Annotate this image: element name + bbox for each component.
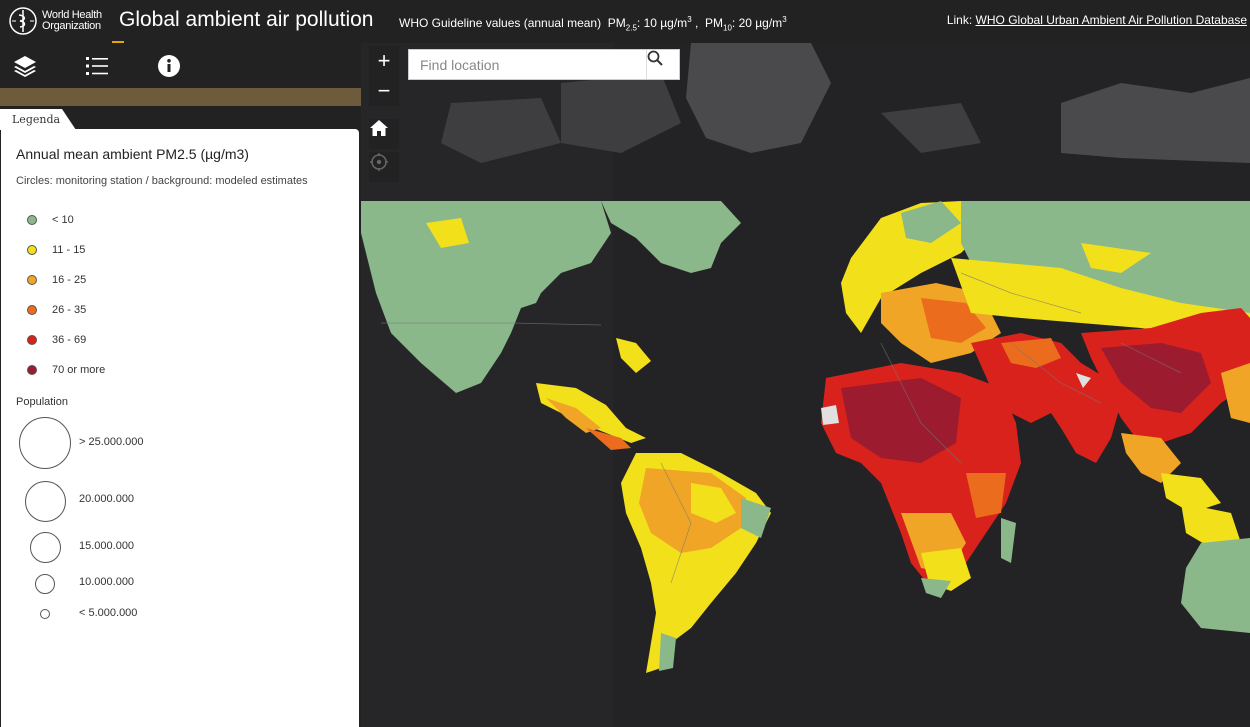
legend-item-label: 16 - 25 xyxy=(52,274,87,286)
legend-button[interactable] xyxy=(83,52,111,80)
legend-item: < 10 xyxy=(27,213,74,227)
legend-item-label: 26 - 35 xyxy=(52,304,87,316)
population-item-label: 15.000.000 xyxy=(79,540,135,552)
population-circle xyxy=(40,609,50,619)
who-logo[interactable]: World Health Organization xyxy=(8,5,112,37)
locate-button[interactable] xyxy=(369,152,399,182)
sidebar: Legenda Annual mean ambient PM2.5 (µg/m3… xyxy=(0,43,361,727)
legend-swatch xyxy=(27,305,37,315)
logo-text: World Health Organization xyxy=(42,10,102,32)
map-view[interactable]: + − xyxy=(361,43,1250,727)
legend-item-label: < 10 xyxy=(52,214,74,226)
legend-swatch xyxy=(27,245,37,255)
link-prefix: Link: xyxy=(946,13,973,27)
legend-item: 16 - 25 xyxy=(27,273,86,287)
legend-swatch xyxy=(27,365,37,375)
database-link[interactable]: WHO Global Urban Ambient Air Pollution D… xyxy=(976,13,1247,27)
header-link: Link: WHO Global Urban Ambient Air Pollu… xyxy=(947,13,1247,27)
pm10-label: PM xyxy=(705,16,723,30)
pm10-unit-sup: 3 xyxy=(782,15,787,24)
app-header: World Health Organization Global ambient… xyxy=(0,0,1250,43)
list-icon xyxy=(86,57,108,75)
population-label: Population xyxy=(16,396,68,408)
pm10-sub: 10 xyxy=(723,23,732,33)
locate-icon xyxy=(370,153,388,171)
sidebar-toolbar xyxy=(0,43,361,88)
layers-button[interactable] xyxy=(11,52,39,80)
legend-subtitle: Circles: monitoring station / background… xyxy=(16,175,308,187)
separator: , xyxy=(691,16,702,30)
population-item-label: < 5.000.000 xyxy=(79,607,138,619)
pm10-value: : 20 µg/m xyxy=(731,16,783,30)
guideline-values: WHO Guideline values (annual mean) PM2.5… xyxy=(399,15,787,32)
tab-legenda[interactable]: Legenda xyxy=(0,109,76,130)
legend-item-label: 11 - 15 xyxy=(52,244,86,256)
search-icon xyxy=(647,50,663,66)
legend-swatch xyxy=(27,275,37,285)
population-circle xyxy=(25,481,66,522)
who-emblem-icon xyxy=(9,7,37,35)
population-circle xyxy=(19,417,71,469)
legend-panel: Annual mean ambient PM2.5 (µg/m3) Circle… xyxy=(1,129,359,727)
legend-swatch xyxy=(27,335,37,345)
panel-title-bar xyxy=(0,88,361,106)
legend-item: 70 or more xyxy=(27,363,105,377)
population-item-label: 20.000.000 xyxy=(79,493,135,505)
guideline-prefix: WHO Guideline values (annual mean) xyxy=(399,16,602,30)
layers-icon xyxy=(14,56,36,77)
logo-line-2: Organization xyxy=(42,20,101,32)
pm25-value: : 10 µg/m xyxy=(636,16,688,30)
home-icon xyxy=(370,120,388,136)
info-icon xyxy=(158,55,180,77)
zoom-in-button[interactable]: + xyxy=(369,46,399,76)
legend-item: 26 - 35 xyxy=(27,303,86,317)
search-input[interactable] xyxy=(409,50,647,79)
info-button[interactable] xyxy=(155,52,183,80)
search-box xyxy=(408,49,680,80)
population-circle xyxy=(30,532,61,563)
pm25-label: PM xyxy=(607,16,626,30)
legend-item: 36 - 69 xyxy=(27,333,86,347)
legend-item-label: 70 or more xyxy=(52,364,106,376)
legend-title: Annual mean ambient PM2.5 (µg/m3) xyxy=(16,146,249,162)
pm25-sub: 2.5 xyxy=(625,23,637,33)
legend-swatch xyxy=(27,215,37,225)
population-item-label: > 25.000.000 xyxy=(79,436,144,448)
legend-item-label: 36 - 69 xyxy=(52,334,87,346)
legend-item: 11 - 15 xyxy=(27,243,85,257)
population-item-label: 10.000.000 xyxy=(79,576,135,588)
zoom-out-button[interactable]: − xyxy=(369,76,399,106)
population-circle xyxy=(35,574,55,594)
search-button[interactable] xyxy=(646,50,679,79)
app-title: Global ambient air pollution xyxy=(119,8,374,31)
world-map[interactable] xyxy=(361,43,1250,727)
home-button[interactable] xyxy=(369,119,399,149)
